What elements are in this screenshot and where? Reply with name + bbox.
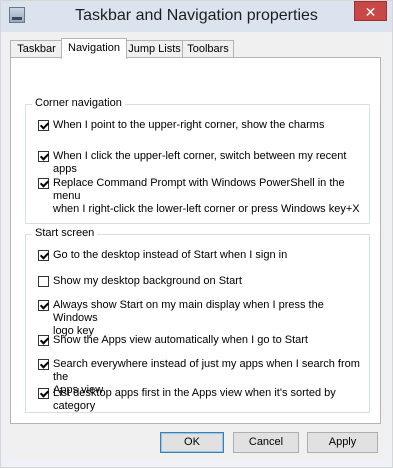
tab-taskbar[interactable]: Taskbar (10, 40, 63, 58)
option-label-line1: Replace Command Prompt with Windows Powe… (53, 177, 345, 202)
window-title: Taskbar and Navigation properties (75, 7, 318, 24)
option-label: Go to the desktop instead of Start when … (53, 249, 288, 261)
tab-jump-lists[interactable]: Jump Lists (125, 40, 184, 58)
option-desktop-background[interactable]: Show my desktop background on Start (38, 275, 242, 288)
checkbox-search-everywhere[interactable] (38, 359, 49, 370)
close-button[interactable]: ✕ (354, 1, 387, 21)
option-charms-upper-right[interactable]: When I point to the upper-right corner, … (38, 119, 324, 132)
option-powershell-replace[interactable]: Replace Command Prompt with Windows Powe… (38, 177, 369, 216)
properties-window: Taskbar and Navigation properties ✕ Task… (0, 0, 393, 468)
option-desktop-on-signin[interactable]: Go to the desktop instead of Start when … (38, 249, 287, 262)
option-label-line1: List desktop apps first in the Apps view… (53, 387, 336, 399)
start-screen-group: Start screen Go to the desktop instead o… (25, 227, 370, 413)
checkbox-charms-upper-right[interactable] (38, 120, 49, 131)
checkbox-desktop-apps-first[interactable] (38, 388, 49, 399)
corner-navigation-group: Corner navigation When I point to the up… (25, 97, 370, 224)
checkbox-powershell-replace[interactable] (38, 178, 49, 189)
option-label: Show my desktop background on Start (53, 275, 242, 287)
corner-navigation-heading: Corner navigation (32, 97, 125, 109)
option-start-main-display[interactable]: Always show Start on my main display whe… (38, 299, 369, 338)
option-label-line1: Always show Start on my main display whe… (53, 299, 324, 324)
tab-navigation[interactable]: Navigation (61, 38, 127, 59)
start-screen-heading: Start screen (32, 227, 98, 239)
option-label: When I point to the upper-right corner, … (53, 119, 325, 131)
cancel-button[interactable]: Cancel (233, 432, 299, 453)
title-bar[interactable]: Taskbar and Navigation properties ✕ (1, 1, 392, 32)
checkbox-start-main-display[interactable] (38, 300, 49, 311)
checkbox-desktop-background[interactable] (38, 276, 49, 287)
option-label-block: Always show Start on my main display whe… (53, 299, 369, 338)
checkbox-switch-recent-apps[interactable] (38, 151, 49, 162)
checkbox-desktop-on-signin[interactable] (38, 250, 49, 261)
option-apps-view-auto[interactable]: Show the Apps view automatically when I … (38, 334, 308, 347)
checkbox-apps-view-auto[interactable] (38, 335, 49, 346)
tab-toolbars[interactable]: Toolbars (182, 40, 234, 58)
option-label: Show the Apps view automatically when I … (53, 334, 308, 346)
option-label-line2: category (53, 400, 96, 412)
option-switch-recent-apps[interactable]: When I click the upper-left corner, swit… (38, 150, 369, 176)
ok-button[interactable]: OK (160, 432, 224, 453)
option-label-line2: when I right-click the lower-left corner… (53, 203, 360, 215)
option-label-block: Replace Command Prompt with Windows Powe… (53, 177, 369, 216)
option-label: When I click the upper-left corner, swit… (53, 150, 347, 175)
option-desktop-apps-first[interactable]: List desktop apps first in the Apps view… (38, 387, 336, 413)
dialog-client: Taskbar Navigation Jump Lists Toolbars C… (8, 32, 385, 460)
option-label-line1: Search everywhere instead of just my app… (53, 358, 360, 383)
option-label-block: List desktop apps first in the Apps view… (53, 387, 336, 413)
apply-button[interactable]: Apply (307, 432, 378, 453)
navigation-tab-panel: Corner navigation When I point to the up… (10, 57, 381, 424)
